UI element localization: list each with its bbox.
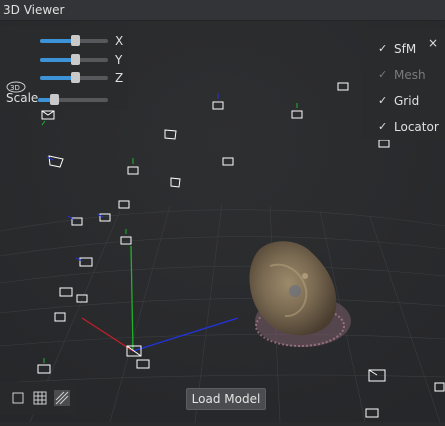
- layer-label: Locator: [394, 120, 439, 134]
- layer-label: SfM: [394, 42, 417, 56]
- single-view-icon[interactable]: [10, 390, 26, 406]
- layer-locator[interactable]: ✓ Locator: [362, 116, 445, 138]
- scale-slider[interactable]: [38, 93, 108, 107]
- check-icon: ✓: [378, 68, 388, 81]
- layers-panel: ✓ SfM × ✓ Mesh ✓ Grid ✓ Locator: [362, 28, 445, 140]
- y-slider[interactable]: Y: [40, 53, 126, 67]
- check-icon: ✓: [378, 42, 388, 55]
- layer-label: Grid: [394, 94, 420, 108]
- check-icon: ✓: [378, 120, 388, 133]
- title-bar: 3D Viewer: [0, 0, 445, 21]
- load-model-button[interactable]: Load Model: [186, 388, 266, 410]
- layer-grid[interactable]: ✓ Grid: [362, 90, 445, 112]
- window-title: 3D Viewer: [3, 3, 65, 17]
- y-label: Y: [115, 53, 123, 67]
- scale-label: Scale: [6, 91, 39, 105]
- close-icon[interactable]: ×: [428, 36, 438, 50]
- z-slider[interactable]: Z: [40, 71, 126, 85]
- x-label: X: [115, 34, 124, 48]
- grid-view-icon[interactable]: [32, 390, 48, 406]
- layer-label: Mesh: [394, 68, 426, 82]
- view-mode-toolbar: [0, 382, 75, 415]
- hatched-view-icon[interactable]: [54, 390, 70, 406]
- check-icon: ✓: [378, 94, 388, 107]
- z-label: Z: [115, 71, 124, 85]
- transform-panel: 3D X Y Z Scale: [0, 26, 128, 110]
- layer-mesh[interactable]: ✓ Mesh: [362, 64, 445, 86]
- x-slider[interactable]: X: [40, 34, 126, 48]
